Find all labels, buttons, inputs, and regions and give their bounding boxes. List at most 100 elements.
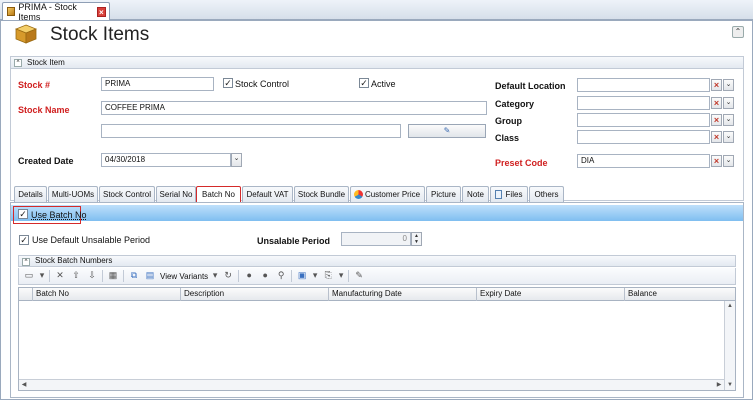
scroll-left-icon[interactable]: ◀ xyxy=(19,380,29,390)
stock-item-group-header[interactable]: ^ Stock Item xyxy=(11,57,743,69)
close-tab-icon[interactable]: × xyxy=(96,6,106,17)
column-description[interactable]: Description xyxy=(181,288,329,301)
collapse-icon[interactable]: ^ xyxy=(22,258,30,266)
tab-default-vat[interactable]: Default VAT xyxy=(242,186,293,202)
vertical-scrollbar[interactable]: ▲ ▼ xyxy=(724,301,735,390)
tab-stock-control[interactable]: Stock Control xyxy=(99,186,155,202)
view-variants-icon: ▤ xyxy=(145,270,155,280)
tab-files-label: Files xyxy=(505,190,523,199)
date-dropdown-icon[interactable]: ⌄ xyxy=(231,153,242,167)
tab-details[interactable]: Details xyxy=(14,186,47,202)
use-batch-no-checkbox[interactable]: ✓ xyxy=(18,209,28,219)
stock-name-secondary-field[interactable] xyxy=(101,124,401,138)
stock-no-field[interactable]: PRIMA xyxy=(101,77,214,91)
cube-icon xyxy=(15,24,37,44)
unsalable-period-field[interactable]: 0 xyxy=(341,232,411,246)
use-batch-no-label: Use Batch No xyxy=(31,210,87,220)
active-checkbox[interactable]: ✓ xyxy=(359,78,369,88)
document-tab-title: PRIMA - Stock Items xyxy=(18,1,77,22)
new-window-icon[interactable]: ⧉ xyxy=(128,270,140,282)
column-expiry-date[interactable]: Expiry Date xyxy=(477,288,625,301)
view-variants-dropdown-icon[interactable]: ▾ xyxy=(212,270,218,282)
horizontal-scrollbar[interactable]: ◀ ▶ xyxy=(19,379,724,390)
preset-code-field[interactable]: DIA xyxy=(577,154,710,168)
stock-item-group-title: Stock Item xyxy=(27,58,65,67)
delete-icon[interactable]: ✕ xyxy=(54,270,66,282)
class-dropdown-icon[interactable]: ⌄ xyxy=(723,131,734,143)
created-date-label: Created Date xyxy=(18,156,74,166)
class-field[interactable] xyxy=(577,130,710,144)
group-dropdown-icon[interactable]: ⌄ xyxy=(723,114,734,126)
export-icon[interactable]: ⎘ xyxy=(322,270,334,282)
clear-group-icon[interactable]: × xyxy=(711,114,722,126)
stock-items-window: Stock Items ⌃ ^ Stock Item Stock # PRIMA… xyxy=(0,20,753,400)
tab-serial-no[interactable]: Serial No xyxy=(156,186,196,202)
report-icon[interactable]: ✎ xyxy=(353,270,365,282)
unsalable-period-label: Unsalable Period xyxy=(257,236,331,246)
view-variants-button[interactable]: View Variants xyxy=(160,272,208,281)
batch-toolbar: ▭ ▾ ✕ ⇧ ⇩ ▦ ⧉ ▤ View Variants ▾ ↻ ● ● ⚲ … xyxy=(18,268,736,285)
tab-picture[interactable]: Picture xyxy=(426,186,461,202)
tab-stock-bundle[interactable]: Stock Bundle xyxy=(294,186,349,202)
tab-note[interactable]: Note xyxy=(462,186,489,202)
scroll-up-icon[interactable]: ▲ xyxy=(725,301,735,311)
export-dropdown-icon[interactable]: ▾ xyxy=(338,270,344,282)
use-default-unsalable-label: Use Default Unsalable Period xyxy=(32,235,151,245)
page-title: Stock Items xyxy=(50,24,150,45)
pencil-icon: ✎ xyxy=(443,126,451,135)
stock-name-label: Stock Name xyxy=(18,105,70,115)
default-location-dropdown-icon[interactable]: ⌄ xyxy=(723,79,734,91)
save-icon[interactable]: ▣ xyxy=(296,270,308,282)
scroll-right-icon[interactable]: ▶ xyxy=(714,380,724,390)
default-location-field[interactable] xyxy=(577,78,710,92)
use-default-unsalable-checkbox[interactable]: ✓ xyxy=(19,235,29,245)
edit-name-button[interactable]: ✎ xyxy=(408,124,486,138)
preset-code-dropdown-icon[interactable]: ⌄ xyxy=(723,155,734,167)
collapse-icon[interactable]: ^ xyxy=(14,59,22,67)
group-field[interactable] xyxy=(577,113,710,127)
group-label: Group xyxy=(495,116,522,126)
class-label: Class xyxy=(495,133,520,143)
move-up-icon[interactable]: ⇧ xyxy=(70,270,82,282)
batch-no-panel: ✓ Use Batch No ✓ Use Default Unsalable P… xyxy=(10,202,744,398)
clear-preset-code-icon[interactable]: × xyxy=(711,155,722,167)
column-batch-no[interactable]: Batch No xyxy=(33,288,181,301)
category-field[interactable] xyxy=(577,96,710,110)
tab-others[interactable]: Others xyxy=(529,186,564,202)
find-icon[interactable]: ⚲ xyxy=(275,270,287,282)
category-dropdown-icon[interactable]: ⌄ xyxy=(723,97,734,109)
next-record-icon[interactable]: ● xyxy=(259,270,271,282)
clear-default-location-icon[interactable]: × xyxy=(711,79,722,91)
unsalable-period-spinner[interactable]: ▲ ▼ xyxy=(411,232,422,246)
clear-category-icon[interactable]: × xyxy=(711,97,722,109)
customer-price-icon xyxy=(354,190,363,199)
first-record-icon[interactable]: ● xyxy=(243,270,255,282)
stock-name-field[interactable]: COFFEE PRIMA xyxy=(101,101,487,115)
save-dropdown-icon[interactable]: ▾ xyxy=(312,270,318,282)
stock-control-checkbox[interactable]: ✓ xyxy=(223,78,233,88)
document-tab-prima-stock-items[interactable]: PRIMA - Stock Items × xyxy=(2,1,110,22)
stock-no-label: Stock # xyxy=(18,80,51,90)
stock-control-label: Stock Control xyxy=(235,79,290,89)
created-date-field[interactable]: 04/30/2018 xyxy=(101,153,231,167)
preset-code-label: Preset Code xyxy=(495,158,548,168)
tab-batch-no[interactable]: Batch No xyxy=(196,186,241,203)
stock-batch-numbers-title: Stock Batch Numbers xyxy=(35,256,113,265)
new-dropdown-icon[interactable]: ▾ xyxy=(39,270,45,282)
grid-icon[interactable]: ▦ xyxy=(107,270,119,282)
move-down-icon[interactable]: ⇩ xyxy=(86,270,98,282)
tab-customer-price[interactable]: Customer Price xyxy=(350,186,425,202)
refresh-icon[interactable]: ↻ xyxy=(222,270,234,282)
use-batch-no-bar xyxy=(11,205,743,221)
new-record-icon[interactable]: ▭ xyxy=(23,270,35,282)
tab-files[interactable]: Files xyxy=(490,186,528,202)
scroll-down-icon[interactable]: ▼ xyxy=(725,380,735,390)
column-balance[interactable]: Balance xyxy=(625,288,735,301)
collapse-header-icon[interactable]: ⌃ xyxy=(732,26,744,38)
document-tab-bar: PRIMA - Stock Items × xyxy=(0,0,753,22)
tab-multi-uoms[interactable]: Multi-UOMs xyxy=(48,186,98,202)
clear-class-icon[interactable]: × xyxy=(711,131,722,143)
stock-batch-numbers-header[interactable]: ^ Stock Batch Numbers xyxy=(18,255,736,267)
stock-item-icon xyxy=(7,7,16,16)
column-manufacturing-date[interactable]: Manufacturing Date xyxy=(329,288,477,301)
